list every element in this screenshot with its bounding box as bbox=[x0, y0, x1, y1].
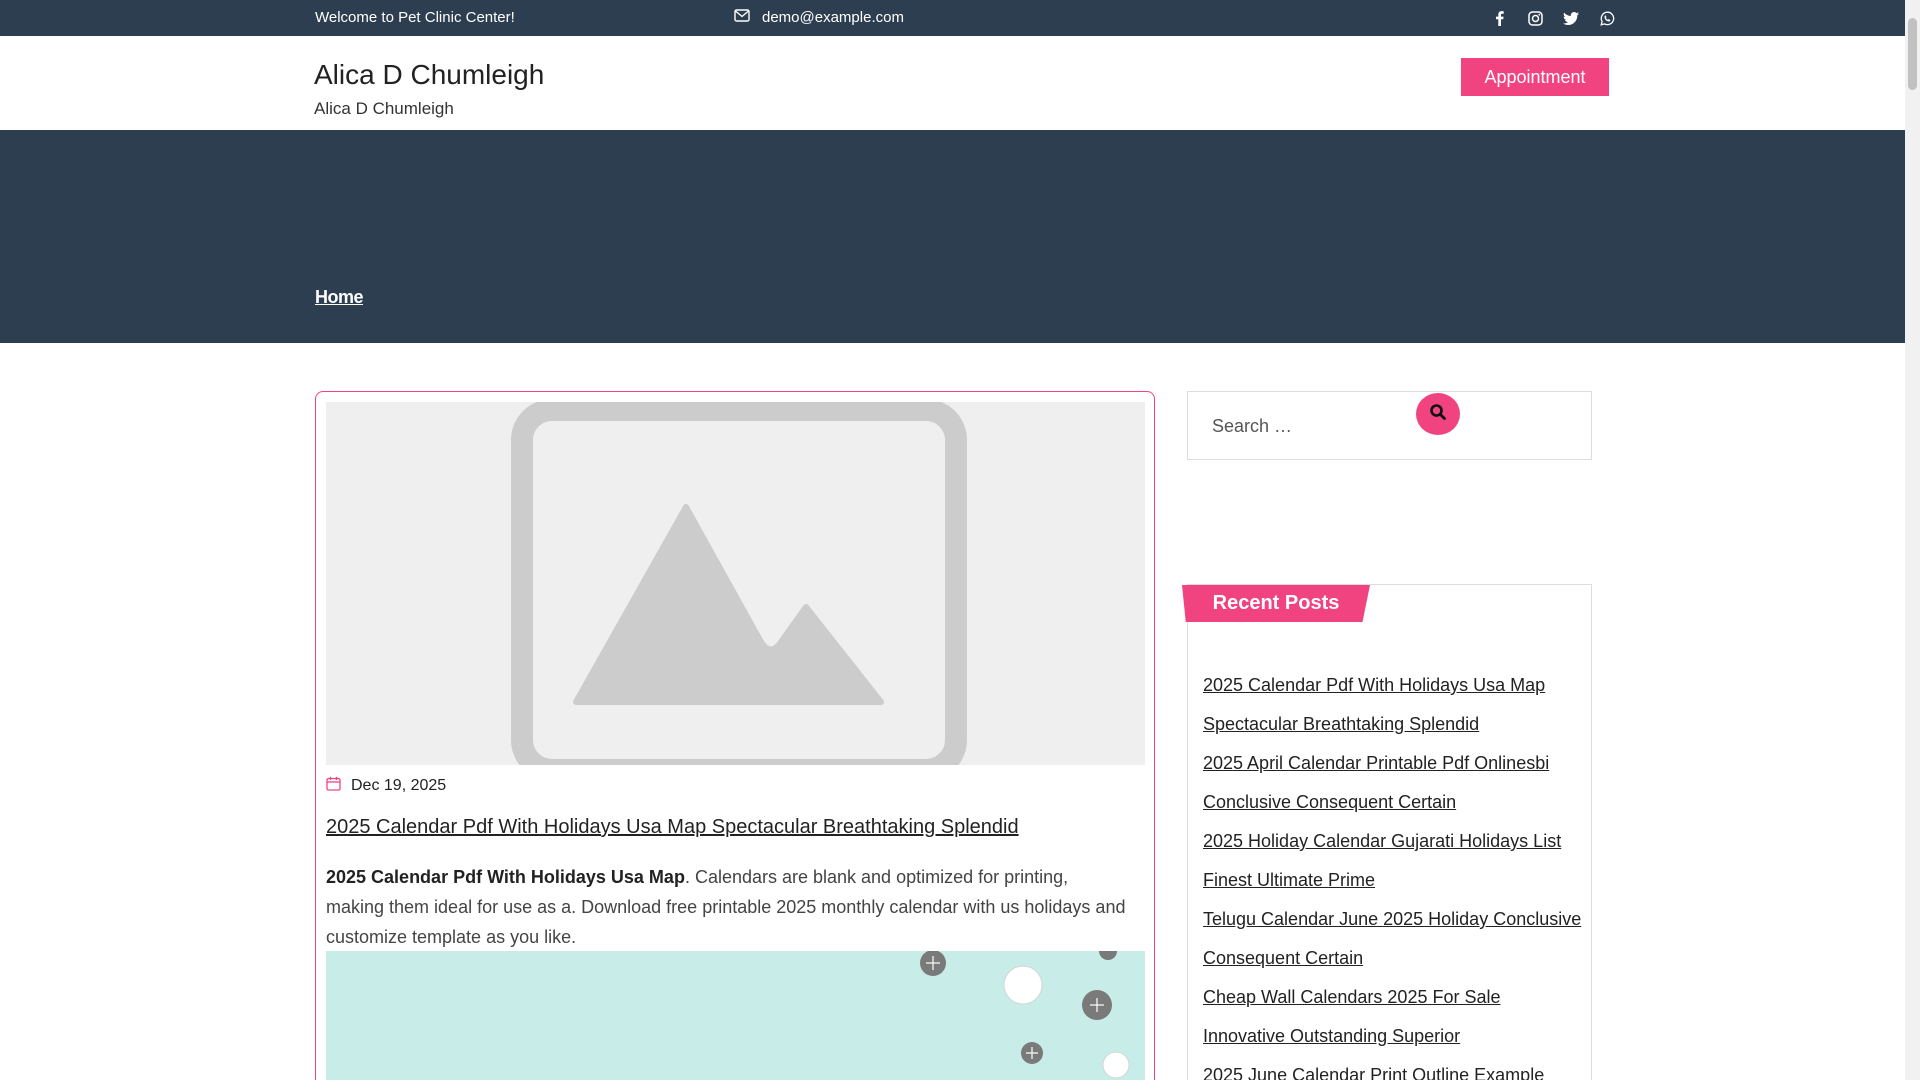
post-excerpt-bold: 2025 Calendar Pdf With Holidays Usa Map bbox=[326, 867, 685, 887]
envelope-icon bbox=[734, 9, 750, 26]
facebook-icon[interactable] bbox=[1488, 7, 1510, 29]
recent-post-link[interactable]: 2025 April Calendar Printable Pdf Online… bbox=[1203, 744, 1583, 822]
site-tagline: Alica D Chumleigh bbox=[314, 99, 454, 118]
contact-email[interactable]: demo@example.com bbox=[734, 9, 904, 26]
email-text: demo@example.com bbox=[762, 9, 904, 26]
recent-post-link[interactable]: 2025 June Calendar Print Outline Example bbox=[1203, 1056, 1583, 1080]
social-links bbox=[1488, 7, 1618, 29]
recent-posts-list: 2025 Calendar Pdf With Holidays Usa Map … bbox=[1203, 666, 1583, 1080]
post-excerpt: 2025 Calendar Pdf With Holidays Usa Map.… bbox=[326, 862, 1126, 952]
recent-post-link[interactable]: 2025 Calendar Pdf With Holidays Usa Map … bbox=[1203, 666, 1583, 744]
recent-post-link[interactable]: Telugu Calendar June 2025 Holiday Conclu… bbox=[1203, 900, 1583, 978]
instagram-icon[interactable] bbox=[1524, 7, 1546, 29]
search-widget bbox=[1187, 391, 1592, 460]
search-input[interactable] bbox=[1212, 412, 1412, 440]
twitter-icon[interactable] bbox=[1560, 7, 1582, 29]
breadcrumb-home[interactable]: Home bbox=[315, 287, 364, 308]
site-header: Alica D Chumleigh Alica D Chumleigh Appo… bbox=[0, 36, 1905, 130]
welcome-text: Welcome to Pet Clinic Center! bbox=[315, 9, 515, 26]
recent-post-link[interactable]: 2025 Holiday Calendar Gujarati Holidays … bbox=[1203, 822, 1583, 900]
post-content-image bbox=[326, 951, 1145, 1080]
whatsapp-icon[interactable] bbox=[1596, 7, 1618, 29]
post-meta: Dec 19, 2025 bbox=[326, 776, 446, 796]
page-banner: Home bbox=[0, 130, 1905, 343]
flower-pattern-image bbox=[920, 951, 1130, 1079]
site-title[interactable]: Alica D Chumleigh bbox=[314, 59, 544, 91]
recent-posts-widget: Recent Posts 2025 Calendar Pdf With Holi… bbox=[1182, 584, 1592, 1080]
post-featured-image[interactable] bbox=[326, 402, 1145, 765]
page-scrollbar[interactable] bbox=[1905, 0, 1920, 1080]
post-card: Dec 19, 2025 2025 Calendar Pdf With Holi… bbox=[315, 391, 1155, 1080]
post-date: Dec 19, 2025 bbox=[351, 777, 447, 794]
search-icon bbox=[1429, 403, 1447, 426]
calendar-icon bbox=[326, 776, 341, 796]
recent-post-link[interactable]: Cheap Wall Calendars 2025 For Sale Innov… bbox=[1203, 978, 1583, 1056]
top-bar: Welcome to Pet Clinic Center! demo@examp… bbox=[0, 0, 1905, 36]
appointment-button[interactable]: Appointment bbox=[1461, 58, 1609, 96]
scrollbar-thumb[interactable] bbox=[1908, 18, 1917, 90]
search-button[interactable] bbox=[1416, 393, 1460, 435]
recent-posts-heading: Recent Posts bbox=[1182, 585, 1370, 622]
post-title[interactable]: 2025 Calendar Pdf With Holidays Usa Map … bbox=[326, 816, 1019, 839]
image-placeholder-icon bbox=[326, 402, 1145, 765]
